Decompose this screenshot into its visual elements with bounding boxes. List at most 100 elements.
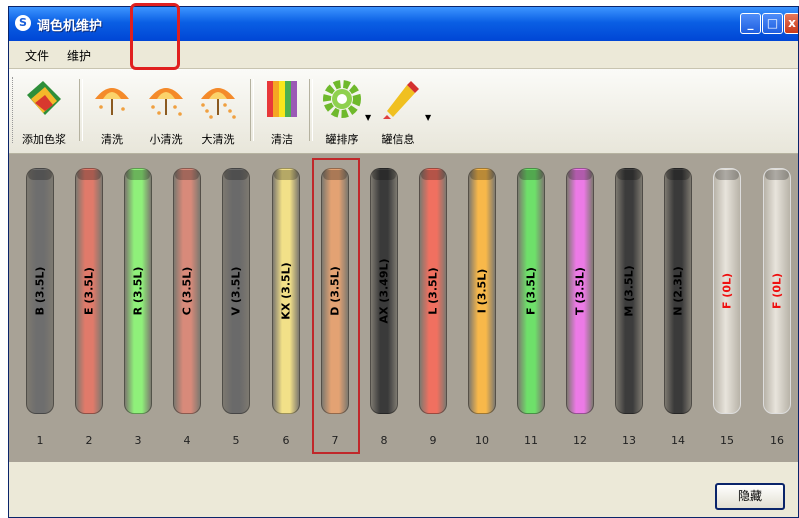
wipe-button[interactable]: 清洁 (257, 75, 307, 151)
canister-9[interactable]: L (3.5L) (419, 168, 447, 414)
canister-14[interactable]: N (2.3L) (664, 168, 692, 414)
canister-label: D (3.5L) (328, 266, 342, 316)
canister-6[interactable]: KX (3.5L) (272, 168, 300, 414)
clean-button[interactable]: 清洗 (87, 75, 137, 151)
bottom-bar: 隐藏 (9, 462, 798, 517)
info-button[interactable]: 罐信息 (373, 75, 423, 151)
canister-3[interactable]: R (3.5L) (124, 168, 152, 414)
canister-cap (323, 170, 347, 180)
color-cards-icon (27, 81, 61, 115)
canister-cap (519, 170, 543, 180)
menu-maintenance[interactable]: 维护 (67, 47, 91, 64)
sort-button[interactable]: 罐排序 (317, 75, 367, 151)
big-clean-label: 大清洗 (201, 133, 235, 146)
canister-2[interactable]: E (3.5L) (75, 168, 103, 414)
maintenance-window: S 调色机维护 _ □ x 文件 维护 添加色浆 清洗 小清洗 大清洗 清洁 罐… (8, 6, 799, 518)
color-strips-icon (267, 81, 297, 117)
title-bar[interactable]: S 调色机维护 _ □ x (9, 7, 798, 41)
info-dropdown-arrow-icon[interactable]: ▼ (425, 113, 431, 122)
canister-cap (765, 170, 789, 180)
maximize-icon: □ (766, 16, 779, 30)
add-paste-button[interactable]: 添加色浆 (19, 75, 69, 151)
canister-label: T (3.5L) (573, 267, 587, 315)
canister-label: N (2.3L) (671, 266, 685, 316)
canister-label: M (3.5L) (622, 265, 636, 317)
add-paste-label: 添加色浆 (22, 133, 66, 146)
canister-label: I (3.5L) (475, 268, 489, 314)
canister-cap (274, 170, 298, 180)
canister-label: AX (3.49L) (377, 258, 391, 324)
maximize-button[interactable]: □ (762, 13, 783, 34)
canister-cap (568, 170, 592, 180)
minimize-button[interactable]: _ (740, 13, 761, 34)
canister-13[interactable]: M (3.5L) (615, 168, 643, 414)
red-annotation-box (130, 3, 180, 70)
canister-number: 4 (183, 434, 191, 447)
sort-dropdown-arrow-icon[interactable]: ▼ (365, 113, 371, 122)
menu-file[interactable]: 文件 (25, 47, 49, 64)
canister-number: 5 (232, 434, 240, 447)
umbrella-icon (95, 88, 129, 115)
menu-bar: 文件 维护 (9, 41, 798, 69)
canister-cap (421, 170, 445, 180)
canister-number: 7 (331, 434, 339, 447)
umbrella-rain-icon (201, 88, 236, 119)
canister-label: V (3.5L) (229, 266, 243, 316)
canister-10[interactable]: I (3.5L) (468, 168, 496, 414)
canister-label: B (3.5L) (33, 266, 47, 316)
canister-cap (126, 170, 150, 180)
gear-icon (323, 80, 361, 118)
canister-cap (28, 170, 52, 180)
canister-cap (372, 170, 396, 180)
hide-button[interactable]: 隐藏 (715, 483, 785, 510)
canister-number: 3 (134, 434, 142, 447)
canister-cap (224, 170, 248, 180)
canister-label: F (3.5L) (524, 267, 538, 315)
toolbar: 添加色浆 清洗 小清洗 大清洗 清洁 罐排序 ▼ 罐信息 ▼ (9, 69, 798, 154)
canister-cap (617, 170, 641, 180)
canister-7[interactable]: D (3.5L) (321, 168, 349, 414)
close-button[interactable]: x (784, 13, 798, 34)
canister-number: 12 (573, 434, 587, 447)
canister-cap (715, 170, 739, 180)
canister-label: R (3.5L) (131, 266, 145, 316)
canister-number: 1 (36, 434, 44, 447)
canister-number: 10 (475, 434, 489, 447)
canister-number: 15 (720, 434, 734, 447)
canister-number: 11 (524, 434, 538, 447)
canister-number: 16 (770, 434, 784, 447)
canister-5[interactable]: V (3.5L) (222, 168, 250, 414)
canister-number: 13 (622, 434, 636, 447)
canister-15[interactable]: F (0L) (713, 168, 741, 414)
canister-label: E (3.5L) (82, 267, 96, 315)
canister-label: C (3.5L) (180, 266, 194, 316)
info-label: 罐信息 (381, 133, 415, 146)
umbrella-small-icon (149, 88, 183, 116)
canister-16[interactable]: F (0L) (763, 168, 791, 414)
canister-11[interactable]: F (3.5L) (517, 168, 545, 414)
canister-cap (666, 170, 690, 180)
canister-number: 6 (282, 434, 290, 447)
canister-12[interactable]: T (3.5L) (566, 168, 594, 414)
canister-cap (470, 170, 494, 180)
minimize-icon: _ (747, 16, 754, 30)
highlighter-icon (383, 81, 419, 119)
app-logo-icon: S (15, 15, 31, 31)
canister-label: F (0L) (720, 272, 734, 310)
canister-number: 14 (671, 434, 685, 447)
canister-cap (77, 170, 101, 180)
close-icon: x (788, 16, 796, 30)
canister-label: KX (3.5L) (279, 262, 293, 320)
canister-8[interactable]: AX (3.49L) (370, 168, 398, 414)
window-title: 调色机维护 (37, 19, 103, 34)
canister-number: 2 (85, 434, 93, 447)
canister-number: 8 (380, 434, 388, 447)
canister-cap (175, 170, 199, 180)
canister-label: L (3.5L) (426, 267, 440, 315)
canister-label: F (0L) (770, 272, 784, 310)
canister-4[interactable]: C (3.5L) (173, 168, 201, 414)
big-clean-button[interactable]: 大清洗 (193, 75, 243, 151)
canister-panel: B (3.5L) 1 E (3.5L) 2 R (3.5L) 3 C (3.5L) 4 V (3… (9, 154, 798, 462)
canister-1[interactable]: B (3.5L) (26, 168, 54, 414)
canister-number: 9 (429, 434, 437, 447)
